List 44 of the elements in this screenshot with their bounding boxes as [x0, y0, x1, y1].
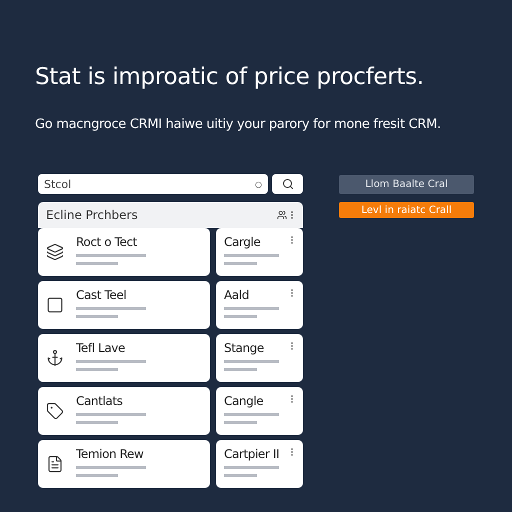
card-title: Cargle [224, 235, 262, 249]
search-icon [282, 178, 294, 190]
subtitle: Go macngroce CRMI haiwe uitiy your parory for mone fresit CRM. [35, 117, 442, 132]
side-card[interactable]: Cargle [216, 228, 303, 276]
card-title: Temion Rew [76, 447, 144, 461]
card-title: Cast Teel [76, 288, 128, 302]
side-card[interactable]: Cangle [216, 387, 303, 435]
document-icon [46, 455, 64, 473]
text-lines-drawing [76, 253, 146, 267]
side-card[interactable]: Aald [216, 281, 303, 329]
panel-title: Ecline Prchbers [46, 208, 139, 222]
text-lines-drawing [224, 359, 279, 373]
item-card[interactable]: Roct o Tect [38, 228, 210, 276]
card-title: Aald [224, 288, 250, 302]
frame-icon [46, 296, 64, 314]
tag-icon [46, 402, 64, 420]
item-card[interactable]: Cast Teel [38, 281, 210, 329]
card-title: Stange [224, 341, 265, 355]
card-title: Cantlats [76, 394, 124, 408]
search-button[interactable] [272, 174, 303, 194]
item-card[interactable]: Tefl Lave [38, 334, 210, 382]
item-card[interactable]: Cantlats [38, 387, 210, 435]
card-title: Roct o Tect [76, 235, 138, 249]
card-title: Tefl Lave [76, 341, 126, 355]
item-card[interactable]: Temion Rew [38, 440, 210, 488]
text-lines-drawing [76, 465, 146, 479]
text-lines-drawing [224, 306, 279, 320]
text-lines-drawing [224, 465, 279, 479]
action-button[interactable]: Llom Baalte Cral [339, 175, 474, 194]
text-lines-drawing [76, 306, 146, 320]
anchor-icon [46, 349, 64, 367]
headline: Stat is improatic of price procferts. [35, 64, 425, 90]
text-lines-drawing [76, 412, 146, 426]
side-card[interactable]: Cartpier II [216, 440, 303, 488]
card-title: Cartpier II [224, 447, 280, 461]
text-lines-drawing [76, 359, 146, 373]
layers-icon [46, 243, 64, 261]
text-lines-drawing [224, 412, 279, 426]
users-icon[interactable] [277, 210, 287, 220]
text-lines-drawing [224, 253, 279, 267]
card-title: Cangle [224, 394, 264, 408]
clear-icon[interactable]: ○ [255, 180, 262, 188]
side-card[interactable]: Stange [216, 334, 303, 382]
search-field[interactable]: Stcol ○ [38, 174, 268, 194]
